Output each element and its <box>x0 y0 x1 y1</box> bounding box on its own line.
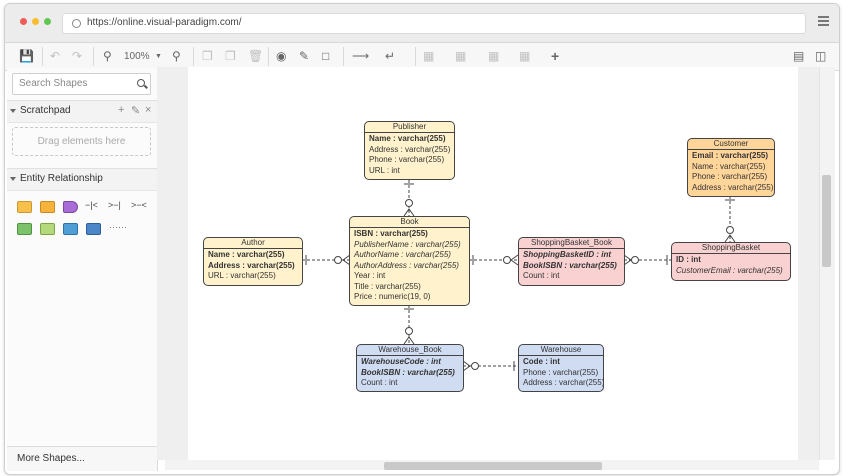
entity-attribute: ID : int <box>676 255 701 264</box>
crowfoot-zero-mark <box>503 256 511 264</box>
entity-attribute: URL : varchar(255) <box>208 271 276 280</box>
crowfoot-zero-mark <box>405 327 413 335</box>
entity-attribute: Address : varchar(255) <box>208 260 295 270</box>
crowfoot-zero-mark <box>405 199 413 207</box>
crowfoot-zero-mark <box>726 226 734 234</box>
entity-title: Customer <box>688 139 774 150</box>
entity-author[interactable]: Author Name : varchar(255) Address : var… <box>203 237 303 286</box>
entity-title: Publisher <box>365 122 454 133</box>
entity-title: ShoppingBasket_Book <box>519 238 624 249</box>
entity-attribute: Address : varchar(255) <box>523 378 604 387</box>
entity-attribute: Title : varchar(255) <box>354 281 421 291</box>
entity-shoppingbasket[interactable]: ShoppingBasket ID : int CustomerEmail : … <box>671 242 791 281</box>
entity-attribute: Phone : varchar(255) <box>692 172 768 181</box>
entity-shoppingbasket-book[interactable]: ShoppingBasket_Book ShoppingBasketID : i… <box>518 237 625 286</box>
entity-attribute: WarehouseCode : int <box>361 357 441 366</box>
entity-customer[interactable]: Customer Email : varchar(255) Name : var… <box>687 138 775 197</box>
crowfoot-zero-mark <box>471 362 479 370</box>
entity-title: Author <box>204 238 302 249</box>
entity-title: Book <box>350 217 469 228</box>
entity-attribute: Phone : varchar(255) <box>369 155 445 164</box>
entity-book[interactable]: Book ISBN : varchar(255) PublisherName :… <box>349 216 470 306</box>
entity-attribute: Name : varchar(255) <box>692 161 766 171</box>
entity-attribute: Price : numeric(19, 0) <box>354 292 431 301</box>
entity-publisher[interactable]: Publisher Name : varchar(255) Address : … <box>364 121 455 180</box>
entity-attribute: Code : int <box>523 357 560 366</box>
entity-warehouse[interactable]: Warehouse Code : int Phone : varchar(255… <box>518 344 604 392</box>
entity-title: Warehouse_Book <box>357 345 463 356</box>
entity-attribute: ISBN : varchar(255) <box>354 229 428 238</box>
entity-title: Warehouse <box>519 345 603 356</box>
entity-warehouse-book[interactable]: Warehouse_Book WarehouseCode : int BookI… <box>356 344 464 392</box>
entity-attribute: Name : varchar(255) <box>369 134 446 143</box>
entity-title: ShoppingBasket <box>672 243 790 254</box>
entity-attribute: BookISBN : varchar(255) <box>361 367 455 377</box>
entity-attribute: Year : int <box>354 271 386 280</box>
entity-attribute: Address : varchar(255) <box>692 182 774 192</box>
entity-attribute: Count : int <box>523 271 560 280</box>
entity-attribute: URL : int <box>369 165 400 175</box>
entity-attribute: PublisherName : varchar(255) <box>354 239 461 249</box>
entity-attribute: Email : varchar(255) <box>692 151 769 160</box>
entity-attribute: ShoppingBasketID : int <box>523 250 611 259</box>
crowfoot-zero-mark <box>334 256 342 264</box>
entity-attribute: CustomerEmail : varchar(255) <box>676 265 783 275</box>
crowfoot-zero-mark <box>631 256 639 264</box>
entity-attribute: Name : varchar(255) <box>208 250 285 259</box>
entity-attribute: BookISBN : varchar(255) <box>523 260 617 270</box>
entity-attribute: Phone : varchar(255) <box>523 367 599 377</box>
entity-attribute: AuthorAddress : varchar(255) <box>354 260 459 270</box>
entity-attribute: Address : varchar(255) <box>369 144 451 154</box>
entity-attribute: Count : int <box>361 378 398 387</box>
entity-attribute: AuthorName : varchar(255) <box>354 250 451 259</box>
